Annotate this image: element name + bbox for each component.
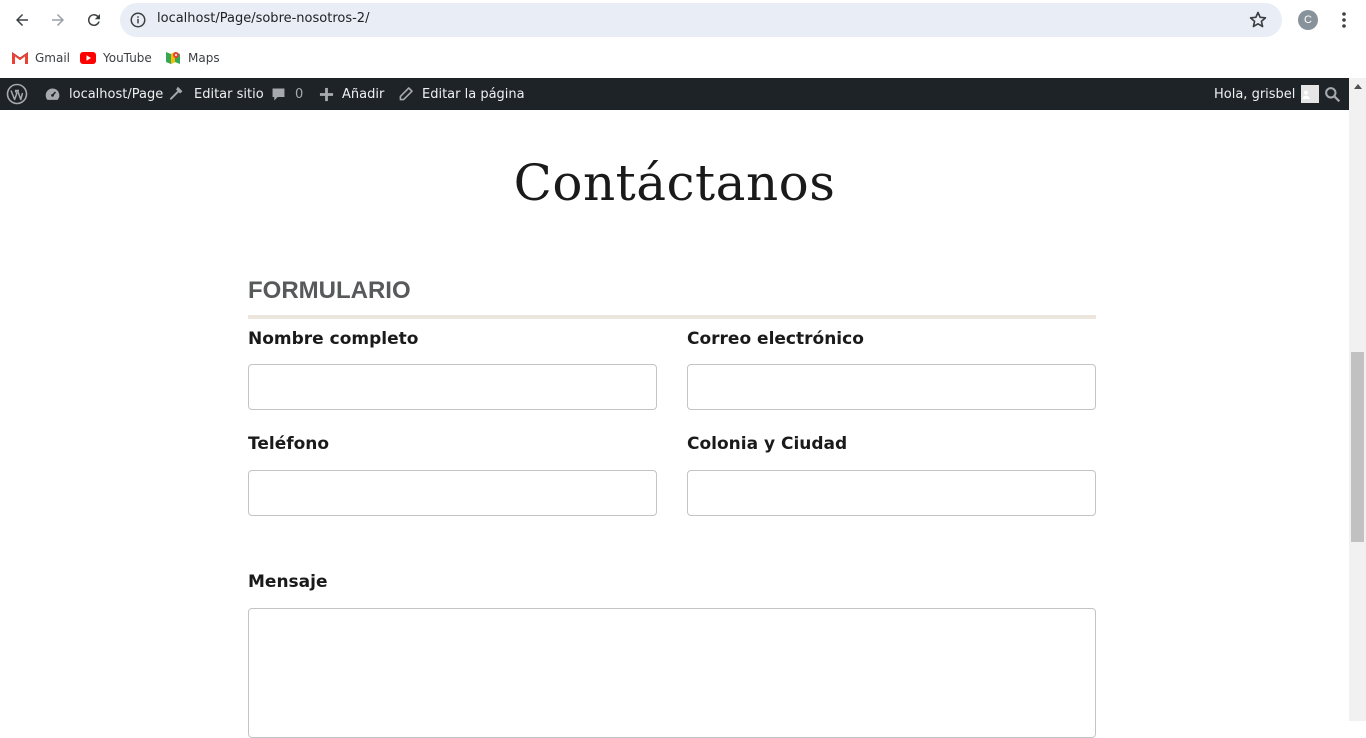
- bookmarks-bar: Gmail YouTube Maps: [0, 40, 1366, 78]
- phone-label: Teléfono: [248, 434, 330, 454]
- bookmark-gmail[interactable]: Gmail: [12, 48, 70, 68]
- edit-page-link[interactable]: Editar la página: [398, 78, 525, 110]
- user-avatar: [1301, 85, 1320, 103]
- gmail-icon: [12, 50, 28, 66]
- scroll-up-arrow[interactable]: [1349, 78, 1366, 95]
- comment-icon: [272, 88, 285, 100]
- my-account-menu[interactable]: Hola, grisbel: [1214, 78, 1320, 110]
- back-button[interactable]: [10, 8, 34, 32]
- bookmark-label: Gmail: [35, 51, 71, 65]
- greeting-label: Hola, grisbel: [1214, 86, 1296, 102]
- name-input[interactable]: [248, 364, 657, 410]
- youtube-icon: [80, 50, 96, 66]
- address-bar[interactable]: localhost/Page/sobre-nosotros-2/: [120, 3, 1282, 37]
- bookmark-star-icon[interactable]: [1248, 10, 1268, 30]
- section-divider: [248, 315, 1096, 319]
- email-label: Correo electrónico: [687, 329, 864, 349]
- message-textarea[interactable]: [248, 608, 1096, 738]
- page-title: Contáctanos: [513, 154, 836, 212]
- reload-icon: [87, 14, 100, 27]
- comments-link[interactable]: 0: [270, 78, 303, 110]
- add-new-label: Añadir: [342, 86, 385, 102]
- browser-menu-button[interactable]: [1334, 10, 1354, 30]
- browser-toolbar: localhost/Page/sobre-nosotros-2/ C: [0, 0, 1366, 40]
- message-label: Mensaje: [248, 572, 328, 592]
- forward-button[interactable]: [46, 8, 70, 32]
- admin-search-button[interactable]: [1324, 78, 1349, 110]
- edit-site-label: Editar sitio: [194, 86, 264, 102]
- bookmark-label: Maps: [188, 51, 220, 65]
- more-vertical-icon: [1342, 12, 1346, 28]
- search-icon: [1325, 86, 1341, 102]
- info-icon[interactable]: [129, 11, 147, 29]
- arrow-right-icon: [52, 14, 64, 26]
- name-label: Nombre completo: [248, 329, 419, 349]
- profile-avatar[interactable]: C: [1298, 10, 1318, 30]
- page-content: Contáctanos FORMULARIO Nombre completo C…: [0, 110, 1349, 738]
- comments-count: 0: [295, 86, 304, 102]
- dashboard-icon: [45, 88, 60, 100]
- location-input[interactable]: [687, 470, 1096, 516]
- url-text[interactable]: localhost/Page/sobre-nosotros-2/: [157, 11, 369, 26]
- user-silhouette-icon: [1302, 90, 1311, 99]
- email-input[interactable]: [687, 364, 1096, 410]
- reload-button[interactable]: [82, 8, 106, 32]
- triangle-up-icon: [1353, 84, 1362, 89]
- wp-logo-menu[interactable]: [6, 78, 36, 110]
- add-new-menu[interactable]: Añadir: [319, 78, 384, 110]
- site-name-menu[interactable]: localhost/Page: [44, 78, 163, 110]
- bookmark-maps[interactable]: Maps: [165, 48, 220, 68]
- plus-icon: [319, 87, 334, 101]
- edit-page-label: Editar la página: [422, 86, 525, 102]
- edit-site-link[interactable]: Editar sitio: [168, 78, 264, 110]
- bookmark-label: YouTube: [103, 51, 152, 65]
- phone-input[interactable]: [248, 470, 657, 516]
- location-label: Colonia y Ciudad: [687, 434, 848, 454]
- wordpress-icon: [6, 83, 28, 105]
- hammer-icon: [169, 86, 183, 100]
- arrow-left-icon: [16, 14, 28, 26]
- bookmark-youtube[interactable]: YouTube: [80, 48, 152, 68]
- page-scrollbar[interactable]: [1349, 78, 1366, 721]
- pencil-icon: [399, 87, 413, 101]
- site-name-label: localhost/Page: [69, 86, 164, 102]
- wp-admin-bar: localhost/Page Editar sitio 0 Añadir Edi…: [0, 78, 1349, 110]
- maps-icon: [165, 50, 181, 66]
- section-heading: FORMULARIO: [248, 277, 411, 304]
- scrollbar-thumb[interactable]: [1351, 352, 1364, 542]
